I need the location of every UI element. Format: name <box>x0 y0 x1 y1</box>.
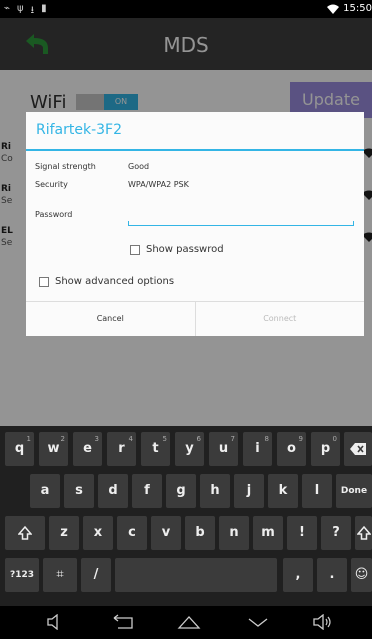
show-advanced-checkbox[interactable] <box>39 276 49 287</box>
key-label: o <box>287 441 296 456</box>
key-v[interactable]: v <box>151 516 181 550</box>
navigation-bar <box>0 606 372 639</box>
key-r[interactable]: r4 <box>107 432 136 466</box>
clock: 15:50 <box>343 3 372 14</box>
connect-button[interactable]: Connect <box>196 302 365 336</box>
shift-key-right[interactable] <box>355 516 372 550</box>
wifi-connect-dialog: Rifartek-3F2 Signal strength Good Securi… <box>26 112 364 336</box>
security-label: Security <box>35 180 68 189</box>
status-bar: ⌁ ψ ⭳ ▮ 15:50 <box>0 0 372 18</box>
language-key[interactable]: ⌗ <box>43 558 77 592</box>
key-u[interactable]: u7 <box>209 432 238 466</box>
key-y[interactable]: y6 <box>175 432 204 466</box>
signal-strength-value: Good <box>128 162 150 171</box>
key-label: w <box>47 441 60 456</box>
key-x[interactable]: x <box>83 516 113 550</box>
wifi-signal-icon <box>327 4 340 14</box>
key-o[interactable]: o9 <box>277 432 306 466</box>
key-hint: 8 <box>264 435 269 443</box>
password-label: Password <box>35 210 73 219</box>
volume-up-icon[interactable] <box>313 614 333 630</box>
home-nav-icon[interactable] <box>177 614 201 630</box>
settings-glyph-icon: ⌗ <box>56 567 64 582</box>
key-label: y <box>185 441 194 456</box>
shift-key[interactable] <box>5 516 45 550</box>
key-b[interactable]: b <box>185 516 215 550</box>
key-label: r <box>118 441 125 456</box>
key-hint: 6 <box>196 435 201 443</box>
key-h[interactable]: h <box>200 474 230 508</box>
backspace-key[interactable] <box>344 432 372 466</box>
key-w[interactable]: w2 <box>39 432 68 466</box>
key-label: u <box>218 441 229 456</box>
show-password-label: Show passwrod <box>146 244 224 255</box>
symbols-key[interactable]: ?123 <box>5 558 39 592</box>
key-d[interactable]: d <box>98 474 128 508</box>
key-question[interactable]: ? <box>321 516 351 550</box>
key-label: i <box>255 441 260 456</box>
key-hint: 4 <box>128 435 133 443</box>
show-password-row[interactable]: Show passwrod <box>130 244 224 255</box>
show-advanced-row[interactable]: Show advanced options <box>39 276 174 287</box>
key-label: q <box>14 441 25 456</box>
dialog-title: Rifartek-3F2 <box>36 122 123 138</box>
key-label: t <box>152 441 159 456</box>
key-n[interactable]: n <box>219 516 249 550</box>
key-t[interactable]: t5 <box>141 432 170 466</box>
key-label: p <box>320 441 331 456</box>
soft-keyboard: q1 w2 e3 r4 t5 y6 u7 i8 o9 p0 a s d f g … <box>0 426 372 606</box>
emoji-key[interactable]: ☺ <box>351 558 372 592</box>
key-c[interactable]: c <box>117 516 147 550</box>
security-value: WPA/WPA2 PSK <box>128 180 189 189</box>
dialog-title-divider <box>26 149 364 151</box>
key-hint: 0 <box>332 435 337 443</box>
show-advanced-label: Show advanced options <box>55 276 175 287</box>
shift-icon <box>17 525 33 540</box>
key-p[interactable]: p0 <box>311 432 340 466</box>
key-hint: 7 <box>230 435 235 443</box>
key-slash[interactable]: / <box>81 558 111 592</box>
dialog-buttons: Cancel Connect <box>26 301 364 336</box>
shift-icon <box>355 525 372 540</box>
key-g[interactable]: g <box>166 474 196 508</box>
key-label: e <box>83 441 92 456</box>
key-hint: 2 <box>60 435 65 443</box>
key-k[interactable]: k <box>268 474 298 508</box>
key-q[interactable]: q1 <box>5 432 34 466</box>
signal-strength-label: Signal strength <box>35 162 96 171</box>
key-f[interactable]: f <box>132 474 162 508</box>
key-hint: 3 <box>94 435 99 443</box>
key-l[interactable]: l <box>302 474 332 508</box>
key-z[interactable]: z <box>49 516 79 550</box>
key-period[interactable]: . <box>317 558 347 592</box>
key-hint: 5 <box>162 435 167 443</box>
key-exclamation[interactable]: ! <box>287 516 317 550</box>
done-key[interactable]: Done <box>336 474 372 508</box>
back-nav-icon[interactable] <box>112 614 134 630</box>
key-a[interactable]: a <box>30 474 60 508</box>
key-j[interactable]: j <box>234 474 264 508</box>
smiley-icon: ☺ <box>354 567 369 582</box>
password-field[interactable] <box>128 210 354 226</box>
key-s[interactable]: s <box>64 474 94 508</box>
key-hint: 9 <box>298 435 303 443</box>
key-comma[interactable]: , <box>283 558 313 592</box>
status-right: 15:50 <box>327 3 372 14</box>
key-hint: 1 <box>26 435 31 443</box>
space-key[interactable] <box>115 558 277 592</box>
hide-keyboard-icon[interactable] <box>247 614 269 630</box>
key-e[interactable]: e3 <box>73 432 102 466</box>
key-i[interactable]: i8 <box>243 432 272 466</box>
key-m[interactable]: m <box>253 516 283 550</box>
volume-down-icon[interactable] <box>46 614 64 630</box>
cancel-button[interactable]: Cancel <box>26 302 196 336</box>
backspace-icon <box>350 443 366 455</box>
show-password-checkbox[interactable] <box>130 244 140 255</box>
screen: ⌁ ψ ⭳ ▮ 15:50 MDS WiFi ON Update Ri Co R… <box>0 0 372 639</box>
